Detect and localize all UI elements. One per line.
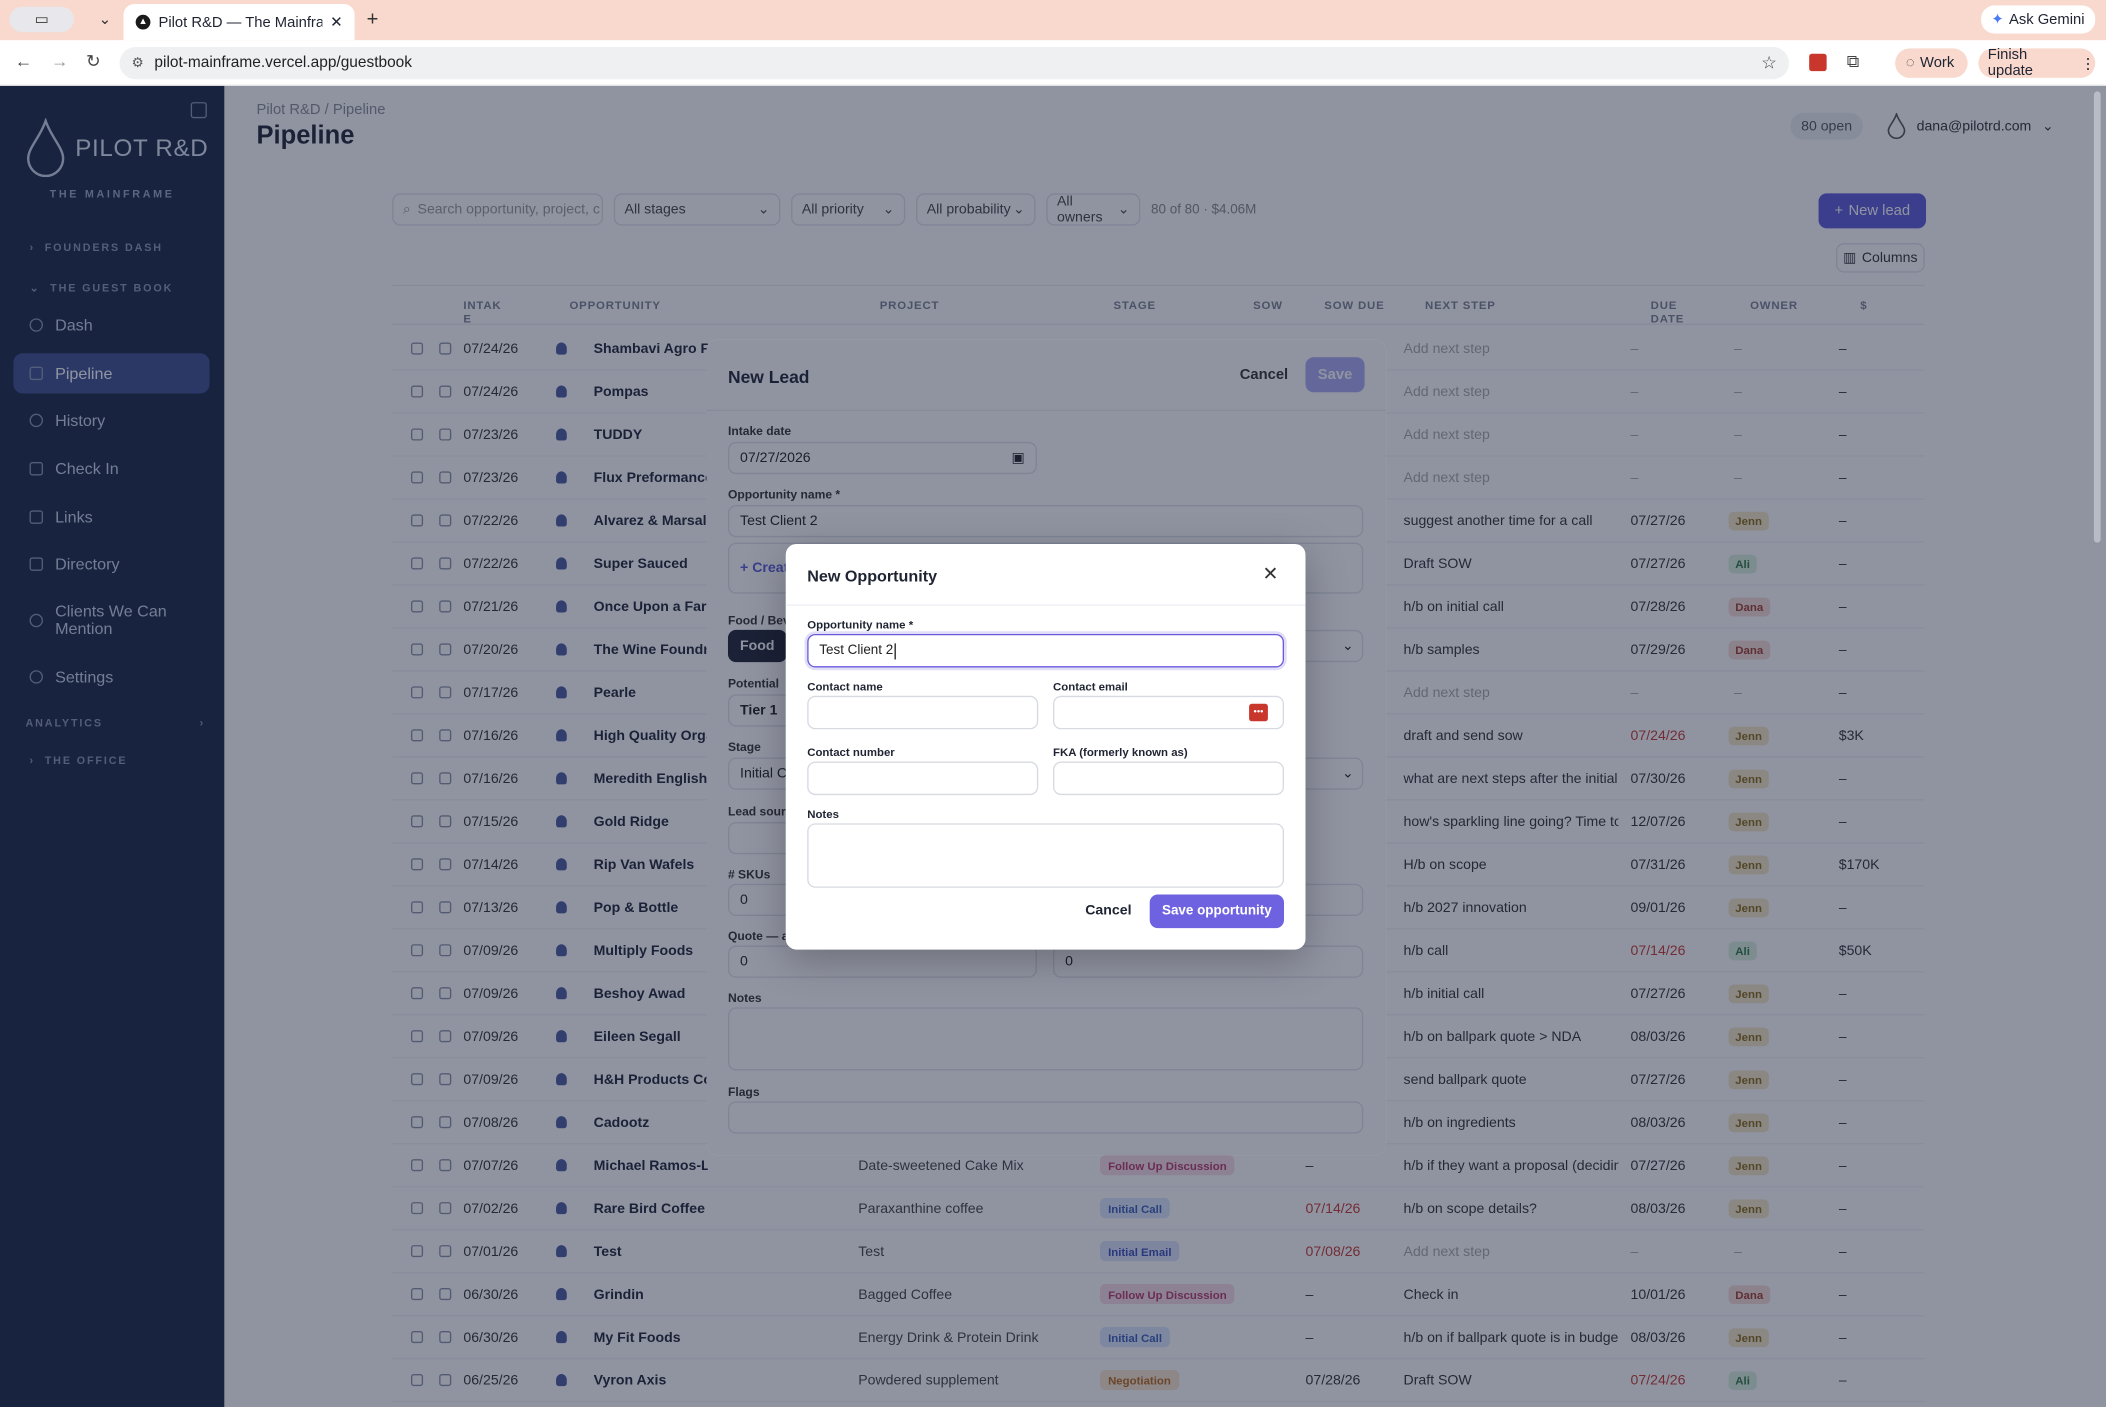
finish-update-label: Finish update <box>1987 47 2034 80</box>
contact-email-input[interactable]: ••• <box>1052 695 1285 730</box>
reload-icon[interactable]: ↻ <box>86 51 101 72</box>
close-icon[interactable]: ✕ <box>1263 563 1279 586</box>
page-scrollbar[interactable] <box>2093 91 2101 543</box>
kebab-menu-icon: ⋮ <box>2080 55 2096 72</box>
profile-drop-icon: ◌ <box>1905 55 1915 72</box>
text-cursor <box>894 642 896 659</box>
opportunity-notes-label: Notes <box>807 807 839 821</box>
fka-input[interactable] <box>1052 761 1285 796</box>
contact-name-label: Contact name <box>807 679 883 694</box>
ask-gemini-label: Ask Gemini <box>2008 11 2085 28</box>
new-opportunity-modal: New Opportunity ✕ Opportunity name * Tes… <box>785 543 1306 950</box>
opportunity-name-value: Test Client 2 <box>819 643 894 659</box>
opportunity-cancel-button[interactable]: Cancel <box>1085 903 1131 919</box>
site-info-icon[interactable]: ⚙ <box>132 56 144 71</box>
contact-email-label: Contact email <box>1052 679 1128 694</box>
opportunity-name-label: Opportunity name * <box>807 617 914 632</box>
gemini-icon: ✦ <box>1991 12 2004 29</box>
new-opportunity-title: New Opportunity <box>807 566 938 586</box>
url-field[interactable]: ⚙ pilot-mainframe.vercel.app/guestbook ☆ <box>119 47 1790 80</box>
profile-label: Work <box>1920 55 1955 72</box>
password-manager-extension-icon[interactable] <box>1809 53 1827 72</box>
tab-close-icon[interactable]: ✕ <box>330 13 342 31</box>
ask-gemini-button[interactable]: ✦ Ask Gemini <box>1980 5 2096 34</box>
opportunity-notes-textarea[interactable] <box>807 823 1285 888</box>
tab-group-icon[interactable]: ▭ <box>9 6 74 33</box>
site-favicon-icon: ▲ <box>135 14 151 30</box>
url-text: pilot-mainframe.vercel.app/guestbook <box>154 55 412 72</box>
tab-search-icon[interactable]: ⌄ <box>91 7 118 33</box>
back-icon[interactable]: ← <box>15 51 32 71</box>
extensions-puzzle-icon[interactable]: ⧉ <box>1847 51 1859 72</box>
address-bar-row: ← → ↻ ⚙ pilot-mainframe.vercel.app/guest… <box>0 40 2106 86</box>
contact-number-input[interactable] <box>807 761 1039 796</box>
tab-title: Pilot R&D — The Mainframe <box>158 14 322 31</box>
new-tab-icon[interactable]: + <box>367 8 379 31</box>
contact-number-label: Contact number <box>807 745 895 759</box>
forward-icon[interactable]: → <box>51 51 68 71</box>
browser-tab-bar: ▭ ⌄ ▲ Pilot R&D — The Mainframe ✕ + ✦Ask… <box>0 0 2106 41</box>
bookmark-star-icon[interactable]: ☆ <box>1761 52 1777 73</box>
browser-tab[interactable]: ▲ Pilot R&D — The Mainframe ✕ <box>123 4 355 41</box>
finish-update-button[interactable]: Finish update ⋮ <box>1978 47 2096 80</box>
contact-name-input[interactable] <box>807 695 1039 730</box>
divider <box>785 604 1306 606</box>
opportunity-name-input[interactable]: Test Client 2 <box>807 633 1285 668</box>
save-opportunity-button[interactable]: Save opportunity <box>1149 894 1285 929</box>
profile-button[interactable]: ◌ Work <box>1895 48 1968 78</box>
password-manager-icon[interactable]: ••• <box>1249 703 1268 722</box>
fka-label: FKA (formerly known as) <box>1052 745 1188 759</box>
